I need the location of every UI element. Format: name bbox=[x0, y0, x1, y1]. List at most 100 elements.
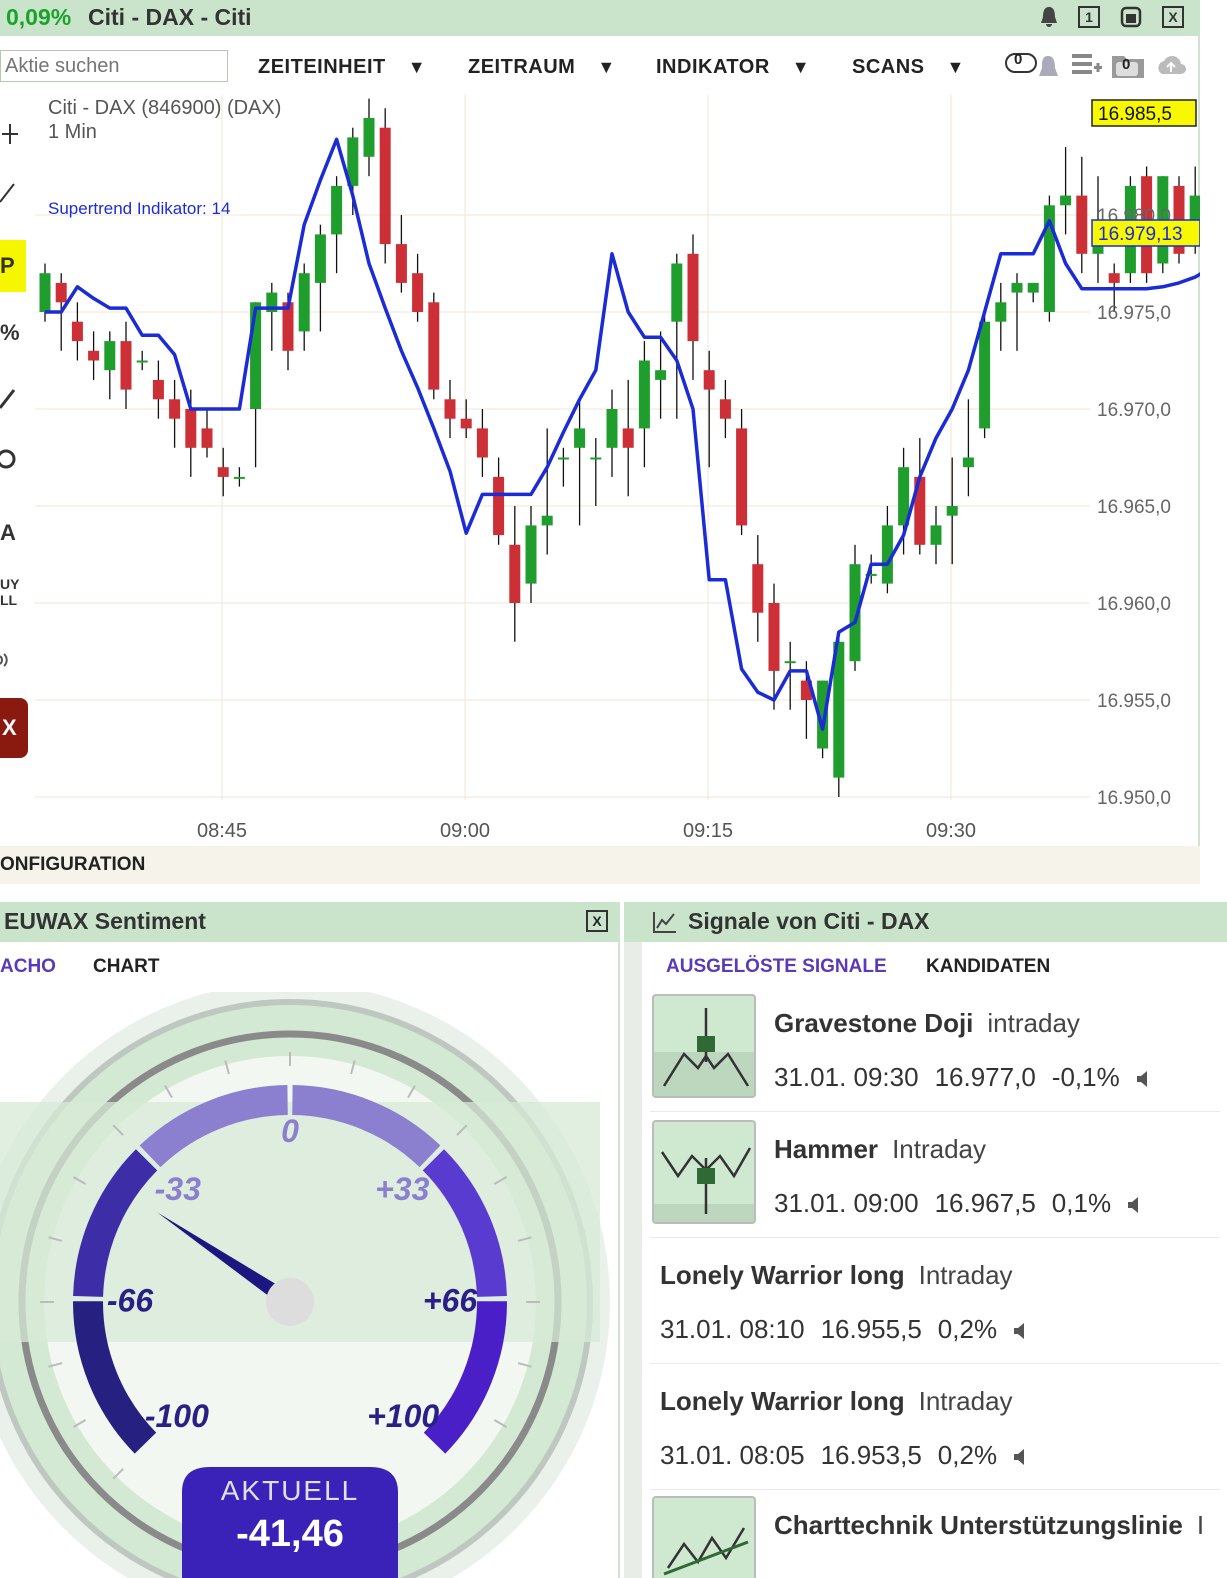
candle-body bbox=[88, 350, 100, 361]
signal-date: 31.01. 09:00 bbox=[774, 1188, 919, 1218]
candle-body bbox=[395, 244, 407, 283]
price-chart[interactable]: 16.950,0 16.955,0 16.960,0 16.965,0 16.970,0… bbox=[0, 0, 1200, 884]
close-sentiment-button[interactable]: X bbox=[586, 910, 608, 932]
x-tick-label: 09:00 bbox=[440, 820, 490, 842]
candle-body bbox=[574, 428, 586, 448]
speaker-icon[interactable] bbox=[1127, 1196, 1141, 1214]
candle-body bbox=[493, 476, 505, 536]
signal-chart-icon bbox=[653, 912, 676, 933]
signal-item[interactable]: Gravestone Doji intraday 31.01. 09:30 16.9… bbox=[650, 994, 1220, 1112]
signal-item[interactable]: Lonely Warrior long Intraday 31.01. 08:05… bbox=[650, 1372, 1220, 1490]
chart-window: 0,09% Citi - DAX - Citi 1 X ZEITEINHEIT▼… bbox=[0, 0, 1200, 884]
candle-body bbox=[217, 467, 229, 477]
signal-name: Lonely Warrior long Intraday bbox=[660, 1386, 1013, 1417]
signal-meta: 31.01. 08:05 16.953,5 0,2% bbox=[660, 1440, 1027, 1471]
configuration-bar[interactable]: ONFIGURATION bbox=[0, 846, 1200, 884]
background-strip bbox=[0, 884, 1227, 904]
signal-name-text: Lonely Warrior long bbox=[660, 1260, 905, 1290]
candle-body bbox=[412, 273, 424, 312]
candle-body bbox=[606, 409, 618, 448]
candle-body bbox=[1060, 195, 1072, 206]
signal-price: 16.955,5 bbox=[820, 1314, 922, 1344]
candle-body bbox=[557, 457, 569, 460]
signal-change: -0,1% bbox=[1051, 1062, 1120, 1092]
speaker-icon[interactable] bbox=[1013, 1322, 1027, 1340]
candle-body bbox=[39, 273, 51, 312]
candle-body bbox=[476, 428, 488, 458]
candle-body bbox=[169, 399, 181, 419]
signal-name-text: Lonely Warrior long bbox=[660, 1386, 905, 1416]
candle-body bbox=[104, 341, 116, 371]
speaker-icon[interactable] bbox=[1013, 1448, 1027, 1466]
candle-body bbox=[233, 476, 245, 479]
signal-change: 0,1% bbox=[1051, 1188, 1112, 1218]
gauge-scale-label: 0 bbox=[281, 1113, 299, 1149]
candle-body bbox=[962, 457, 974, 468]
sentiment-panel: EUWAX Sentiment X ACHO CHART -100 -66 -33 0… bbox=[0, 902, 620, 1578]
signal-item[interactable]: Charttechnik Unterstützungslinie I bbox=[650, 1496, 1220, 1578]
y-tick-label: 16.960,0 bbox=[1097, 594, 1171, 615]
candle-body bbox=[201, 428, 213, 448]
candle-body bbox=[1108, 273, 1120, 283]
trend-price-value: 16.979,13 bbox=[1098, 224, 1183, 245]
tab-chart[interactable]: CHART bbox=[93, 956, 160, 978]
signal-frequency: I bbox=[1196, 1510, 1205, 1540]
signal-frequency: intraday bbox=[987, 1008, 1080, 1038]
signal-meta: 31.01. 09:00 16.967,5 0,1% bbox=[774, 1188, 1141, 1219]
gauge-scale-label: +66 bbox=[423, 1282, 477, 1318]
signal-name: Gravestone Doji intraday bbox=[774, 1008, 1080, 1039]
signal-name-text: Charttechnik Unterstützungslinie bbox=[774, 1510, 1183, 1540]
candle-body bbox=[655, 370, 667, 380]
candle-body bbox=[1076, 195, 1088, 254]
signal-meta: 31.01. 08:10 16.955,5 0,2% bbox=[660, 1314, 1027, 1345]
signal-name: Charttechnik Unterstützungslinie I bbox=[774, 1510, 1204, 1541]
gravestone-doji-thumbnail bbox=[652, 994, 756, 1098]
speaker-icon[interactable] bbox=[1136, 1070, 1150, 1088]
signal-price: 16.977,0 bbox=[934, 1062, 1036, 1092]
y-axis: 16.950,0 16.955,0 16.960,0 16.965,0 16.970,0… bbox=[1097, 206, 1171, 809]
candle-body bbox=[379, 127, 391, 245]
x-axis: 08:45 09:00 09:15 09:30 bbox=[197, 820, 976, 842]
candle-body bbox=[136, 360, 148, 363]
y-tick-label: 16.975,0 bbox=[1097, 303, 1171, 324]
candle-body bbox=[314, 234, 326, 283]
signal-name: Hammer Intraday bbox=[774, 1134, 986, 1165]
candle-body bbox=[719, 399, 731, 419]
sentiment-header: EUWAX Sentiment X bbox=[0, 902, 618, 942]
signal-date: 31.01. 08:05 bbox=[660, 1440, 805, 1470]
signal-name-text: Gravestone Doji bbox=[774, 1008, 974, 1038]
signal-item[interactable]: Hammer Intraday 31.01. 09:00 16.967,5 0,1% bbox=[650, 1120, 1220, 1238]
candle-body bbox=[460, 418, 472, 429]
y-tick-label: 16.955,0 bbox=[1097, 691, 1171, 712]
gauge-scale-label: +100 bbox=[367, 1398, 439, 1434]
candle-body bbox=[298, 273, 310, 332]
candle-body bbox=[752, 564, 764, 613]
signal-change: 0,2% bbox=[937, 1314, 998, 1344]
candle-body bbox=[995, 302, 1007, 322]
x-tick-label: 09:15 bbox=[683, 820, 733, 842]
tab-triggered-signals[interactable]: AUSGELÖSTE SIGNALE bbox=[666, 956, 887, 978]
sentiment-title: EUWAX Sentiment bbox=[4, 908, 206, 934]
candle-body bbox=[185, 409, 197, 448]
candle-body bbox=[590, 457, 602, 460]
tab-tacho[interactable]: ACHO bbox=[0, 956, 56, 978]
instrument-label: Citi - DAX (846900) (DAX) bbox=[48, 97, 281, 119]
tab-candidates[interactable]: KANDIDATEN bbox=[926, 956, 1050, 978]
supertrend-line bbox=[45, 137, 1200, 731]
candle-body bbox=[331, 185, 343, 235]
interval-label: 1 Min bbox=[48, 121, 97, 143]
gauge-scale-label: -100 bbox=[145, 1398, 209, 1434]
y-tick-label: 16.965,0 bbox=[1097, 497, 1171, 518]
signal-name: Lonely Warrior long Intraday bbox=[660, 1260, 1013, 1291]
hammer-thumbnail bbox=[652, 1120, 756, 1224]
gauge-hub bbox=[266, 1278, 314, 1326]
gauge-scale-label: +33 bbox=[375, 1171, 429, 1207]
signal-item[interactable]: Lonely Warrior long Intraday 31.01. 08:10… bbox=[650, 1246, 1220, 1364]
candle-body bbox=[71, 321, 83, 342]
candle-body bbox=[444, 399, 456, 419]
signal-name-text: Hammer bbox=[774, 1134, 879, 1164]
signal-price: 16.967,5 bbox=[934, 1188, 1036, 1218]
indicator-label: Supertrend Indikator: 14 bbox=[48, 199, 230, 218]
candle-body bbox=[671, 263, 683, 322]
candle-body bbox=[120, 341, 132, 390]
